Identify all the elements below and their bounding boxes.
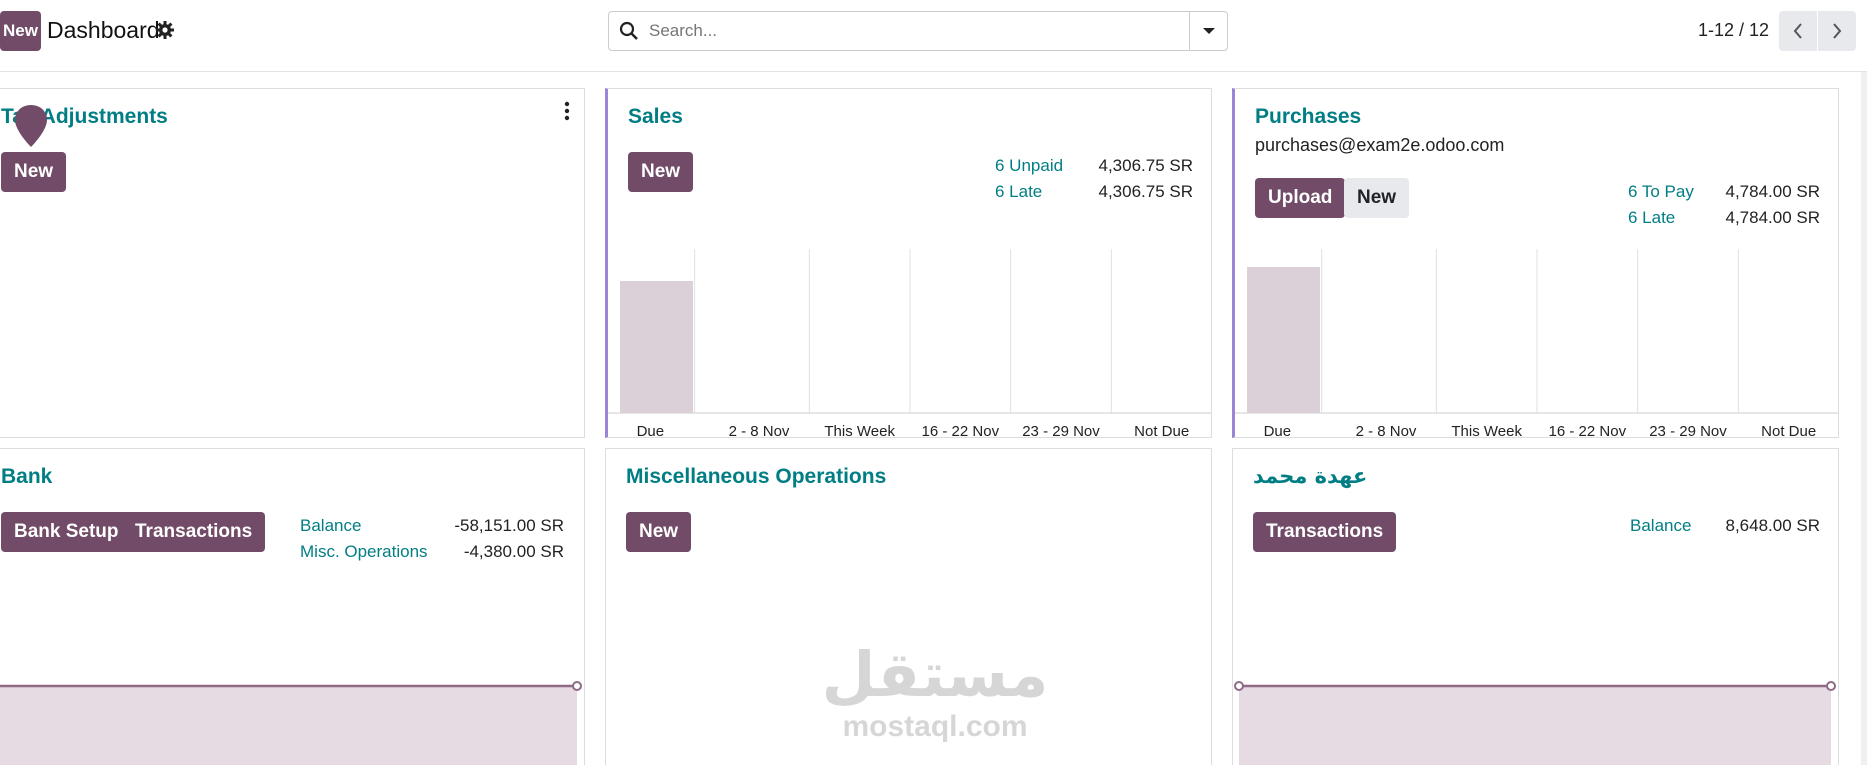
search-icon[interactable] xyxy=(609,12,649,50)
purchases-tick-label: Due xyxy=(1264,423,1292,438)
watermark-latin: mostaql.com xyxy=(842,710,1028,743)
journal-card-tax-adjustments: Tax Adjustments New xyxy=(0,88,585,438)
unpaid-amount: 4,306.75 SR xyxy=(1098,156,1193,175)
new-entry-button[interactable]: New xyxy=(626,512,692,552)
misc-operations-label[interactable]: Misc. Operations xyxy=(300,542,428,562)
bank-setup-button[interactable]: Bank Setup xyxy=(1,512,132,552)
journal-card-sales: Sales New 6 Unpaid 4,306.75 SR 6 Late 4,… xyxy=(605,88,1212,438)
gear-icon[interactable] xyxy=(155,20,175,40)
location-pin-icon xyxy=(15,105,47,147)
journal-card-bank: Bank Bank Setup Transactions Balance -58… xyxy=(0,448,585,765)
sales-tick-label: This Week xyxy=(824,423,895,438)
pager-previous-button[interactable] xyxy=(1779,11,1817,51)
new-invoice-button[interactable]: New xyxy=(628,152,694,192)
sales-bar-0[interactable] xyxy=(620,281,693,413)
caret-down-icon xyxy=(1202,28,1215,34)
purchases-tick-label: Not Due xyxy=(1761,423,1816,438)
balance-amount: 8,648.00 SR xyxy=(1725,516,1820,535)
purchases-bar-chart: Due 2 - 8 Nov This Week 16 - 22 Nov 23 - 29 … xyxy=(1235,249,1838,438)
search-input[interactable] xyxy=(649,12,1189,50)
journal-email: purchases@exam2e.odoo.com xyxy=(1255,135,1505,155)
search-bar xyxy=(608,11,1228,51)
purchases-tick-label: 2 - 8 Nov xyxy=(1356,423,1417,438)
page-scrollbar[interactable] xyxy=(1861,72,1867,765)
balance-amount: -58,151.00 SR xyxy=(454,516,564,535)
balance-label[interactable]: Balance xyxy=(1630,516,1691,536)
bank-balance-graph xyxy=(0,681,582,765)
watermark: مستقل mostaql.com xyxy=(820,640,1050,750)
search-options-toggle[interactable] xyxy=(1189,12,1227,50)
purchases-tick-label: 23 - 29 Nov xyxy=(1649,423,1727,438)
late-amount: 4,784.00 SR xyxy=(1725,208,1820,227)
upload-button[interactable]: Upload xyxy=(1255,178,1346,218)
custody-balance-graph xyxy=(1234,681,1836,765)
sales-tick-label: 23 - 29 Nov xyxy=(1022,423,1100,438)
pager-value[interactable]: 1-12 / 12 xyxy=(1698,20,1769,41)
new-bill-button[interactable]: New xyxy=(1344,178,1410,218)
late-link[interactable]: 6 Late xyxy=(995,182,1042,202)
watermark-arabic: مستقل xyxy=(821,638,1049,711)
purchases-tick-label: 16 - 22 Nov xyxy=(1549,423,1627,438)
purchases-tick-label: This Week xyxy=(1451,423,1522,438)
journal-card-purchases: Purchases purchases@exam2e.odoo.com Uplo… xyxy=(1232,88,1839,438)
new-entry-button[interactable]: New xyxy=(1,152,67,192)
sales-tick-label: 2 - 8 Nov xyxy=(729,423,790,438)
chevron-left-icon xyxy=(1793,23,1802,39)
journal-title[interactable]: Miscellaneous Operations xyxy=(626,465,886,489)
late-amount: 4,306.75 SR xyxy=(1098,182,1193,201)
journal-card-custody: عهدة محمد Transactions Balance 8,648.00 … xyxy=(1232,448,1839,765)
sales-bar-chart: Due 2 - 8 Nov This Week 16 - 22 Nov 23 - 29 … xyxy=(608,249,1211,438)
journal-title[interactable]: عهدة محمد xyxy=(1253,464,1367,488)
chevron-right-icon xyxy=(1833,23,1842,39)
kebab-menu-icon[interactable] xyxy=(564,101,570,121)
new-journal-button[interactable]: New xyxy=(0,11,41,51)
page-title: Dashboard xyxy=(47,17,160,43)
control-panel: New Dashboard 1-12 / 12 xyxy=(0,0,1867,72)
sales-tick-label: 16 - 22 Nov xyxy=(922,423,1000,438)
purchases-bar-0[interactable] xyxy=(1247,267,1320,413)
journal-title[interactable]: Bank xyxy=(1,465,52,489)
journal-title[interactable]: Purchases xyxy=(1255,105,1361,129)
unpaid-link[interactable]: 6 Unpaid xyxy=(995,156,1063,176)
to-pay-amount: 4,784.00 SR xyxy=(1725,182,1820,201)
sales-tick-label: Not Due xyxy=(1134,423,1189,438)
transactions-button[interactable]: Transactions xyxy=(122,512,266,552)
balance-label[interactable]: Balance xyxy=(300,516,361,536)
sales-tick-label: Due xyxy=(637,423,665,438)
late-link[interactable]: 6 Late xyxy=(1628,208,1675,228)
misc-operations-amount: -4,380.00 SR xyxy=(463,542,564,561)
transactions-button[interactable]: Transactions xyxy=(1253,512,1397,552)
pager-next-button[interactable] xyxy=(1818,11,1856,51)
journal-title[interactable]: Sales xyxy=(628,105,683,129)
to-pay-link[interactable]: 6 To Pay xyxy=(1628,182,1694,202)
